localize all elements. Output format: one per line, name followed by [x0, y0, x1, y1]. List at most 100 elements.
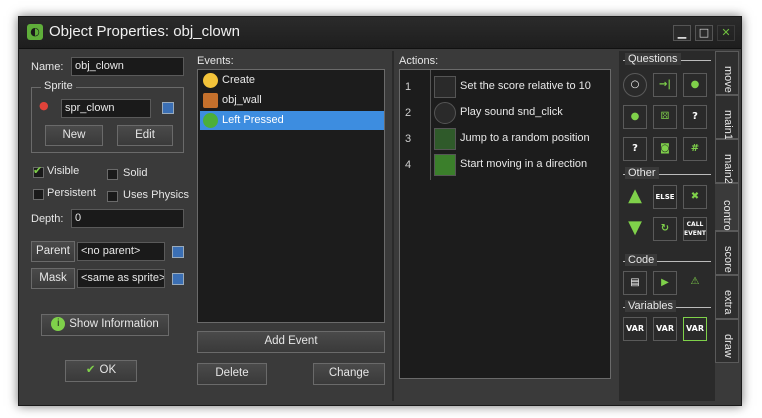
collision-icon — [203, 93, 218, 108]
set-variable-icon[interactable]: VAR — [623, 317, 647, 341]
uses-physics-checkbox[interactable] — [107, 191, 118, 202]
ok-button[interactable]: ✔ OK — [65, 360, 137, 382]
tab-score[interactable]: score — [715, 231, 739, 275]
solid-checkbox[interactable] — [107, 169, 118, 180]
action-number: 4 — [404, 159, 412, 171]
check-mouse-icon[interactable]: ◙ — [653, 137, 677, 161]
info-icon: i — [51, 316, 66, 331]
mask-button[interactable]: Mask — [31, 268, 75, 289]
call-event-icon[interactable]: CALL EVENT — [683, 217, 707, 241]
tab-main2[interactable]: main2 — [715, 139, 739, 184]
tab-label: score — [722, 246, 734, 273]
sprite-field[interactable]: spr_clown — [61, 99, 151, 118]
execute-code-icon[interactable]: ▤ — [623, 271, 647, 295]
score-icon — [434, 76, 456, 98]
start-block-icon[interactable]: ▲ — [623, 185, 647, 209]
check-object-icon[interactable]: ● — [683, 73, 707, 97]
new-sprite-button[interactable]: New — [45, 125, 103, 146]
comment-icon[interactable]: ⚠ — [683, 271, 707, 295]
persistent-checkbox[interactable] — [33, 189, 44, 200]
action-item[interactable]: 3 Jump to a random position — [402, 126, 592, 152]
mouse-icon — [203, 113, 218, 128]
depth-field[interactable]: 0 — [71, 209, 184, 228]
test-chance-icon[interactable]: ⚄ — [653, 105, 677, 129]
repeat-icon[interactable]: ↻ — [653, 217, 677, 241]
jump-random-icon — [434, 128, 456, 150]
actions-list: 1 Set the score relative to 10 2 Play so… — [399, 69, 611, 379]
tab-label: draw — [722, 334, 734, 358]
action-number: 1 — [404, 81, 412, 93]
tab-label: main1 — [722, 110, 734, 140]
action-text: Start moving in a direction — [460, 158, 588, 170]
delete-event-button[interactable]: Delete — [197, 363, 267, 385]
depth-label: Depth: — [31, 213, 64, 225]
maximize-button[interactable]: □ — [695, 25, 713, 41]
action-item[interactable]: 4 Start moving in a direction — [402, 152, 592, 178]
other-title: Other — [625, 167, 659, 179]
code-title: Code — [625, 254, 658, 266]
edit-sprite-button[interactable]: Edit — [117, 125, 173, 146]
visible-checkbox[interactable] — [33, 164, 44, 178]
action-number: 2 — [404, 107, 412, 119]
draw-variable-icon[interactable]: VAR — [683, 317, 707, 341]
parent-picker-icon[interactable] — [172, 246, 184, 258]
show-information-label: Show Information — [69, 318, 159, 330]
mask-field[interactable]: <same as sprite> — [77, 269, 165, 288]
name-field[interactable]: obj_clown — [71, 57, 184, 76]
sprite-icon: ● — [39, 99, 49, 112]
test-expression-icon[interactable]: ? — [623, 137, 647, 161]
events-list: Create obj_wall Left Pressed — [197, 69, 385, 323]
minimize-button[interactable]: ▁ — [673, 25, 691, 41]
action-number: 3 — [404, 133, 412, 145]
object-icon: ◐ — [27, 24, 43, 40]
action-library: Questions ○ →| ● ● ⚄ ? ? ◙ # Other ▲ ELS… — [619, 51, 715, 401]
action-text: Set the score relative to 10 — [460, 80, 591, 92]
tab-control[interactable]: control — [715, 183, 739, 234]
execute-script-icon[interactable]: ▶ — [653, 271, 677, 295]
close-button[interactable]: ✕ — [717, 25, 735, 41]
tab-extra[interactable]: extra — [715, 275, 739, 319]
title-bar: ◐ Object Properties: obj_clown ▁ □ ✕ — [19, 17, 741, 49]
persistent-label: Persistent — [47, 187, 96, 199]
sound-icon — [434, 102, 456, 124]
test-variable-icon[interactable]: VAR — [653, 317, 677, 341]
event-item-collision[interactable]: obj_wall — [200, 91, 384, 110]
add-event-button[interactable]: Add Event — [197, 331, 385, 353]
tab-draw[interactable]: draw — [715, 319, 739, 363]
divider — [392, 51, 394, 401]
event-item-create[interactable]: Create — [200, 71, 384, 90]
change-event-button[interactable]: Change — [313, 363, 385, 385]
tab-label: control — [721, 200, 733, 234]
event-label: obj_wall — [222, 94, 262, 106]
parent-button[interactable]: Parent — [31, 241, 75, 262]
check-question-icon[interactable]: ? — [683, 105, 707, 129]
else-icon[interactable]: ELSE — [653, 185, 677, 209]
parent-field[interactable]: <no parent> — [77, 242, 165, 261]
mask-picker-icon[interactable] — [172, 273, 184, 285]
move-direction-icon — [434, 154, 456, 176]
tab-move[interactable]: move — [715, 51, 739, 95]
test-instance-count-icon[interactable]: ● — [623, 105, 647, 129]
variables-title: Variables — [625, 300, 677, 312]
tab-label: main2 — [722, 154, 734, 184]
event-item-left-pressed[interactable]: Left Pressed — [200, 111, 384, 130]
sprite-group-title: Sprite — [41, 80, 76, 92]
name-label: Name: — [31, 61, 64, 73]
action-item[interactable]: 1 Set the score relative to 10 — [402, 74, 592, 100]
sprite-picker-icon[interactable] — [162, 102, 174, 114]
check-grid-icon[interactable]: # — [683, 137, 707, 161]
solid-label: Solid — [123, 167, 148, 179]
action-item[interactable]: 2 Play sound snd_click — [402, 100, 592, 126]
exit-event-icon[interactable]: ✖ — [683, 185, 707, 209]
uses-physics-label: Uses Physics — [123, 189, 190, 201]
show-information-button[interactable]: i Show Information — [41, 314, 169, 336]
action-text: Jump to a random position — [460, 132, 590, 144]
object-properties-window: ◐ Object Properties: obj_clown ▁ □ ✕ Nam… — [18, 16, 742, 406]
events-title: Events: — [197, 55, 234, 67]
check-collision-icon[interactable]: →| — [653, 73, 677, 97]
visible-label: Visible — [47, 165, 80, 177]
check-empty-icon[interactable]: ○ — [623, 73, 647, 97]
tab-main1[interactable]: main1 — [715, 95, 739, 140]
event-label: Create — [222, 74, 256, 86]
end-block-icon[interactable]: ▼ — [623, 217, 647, 241]
